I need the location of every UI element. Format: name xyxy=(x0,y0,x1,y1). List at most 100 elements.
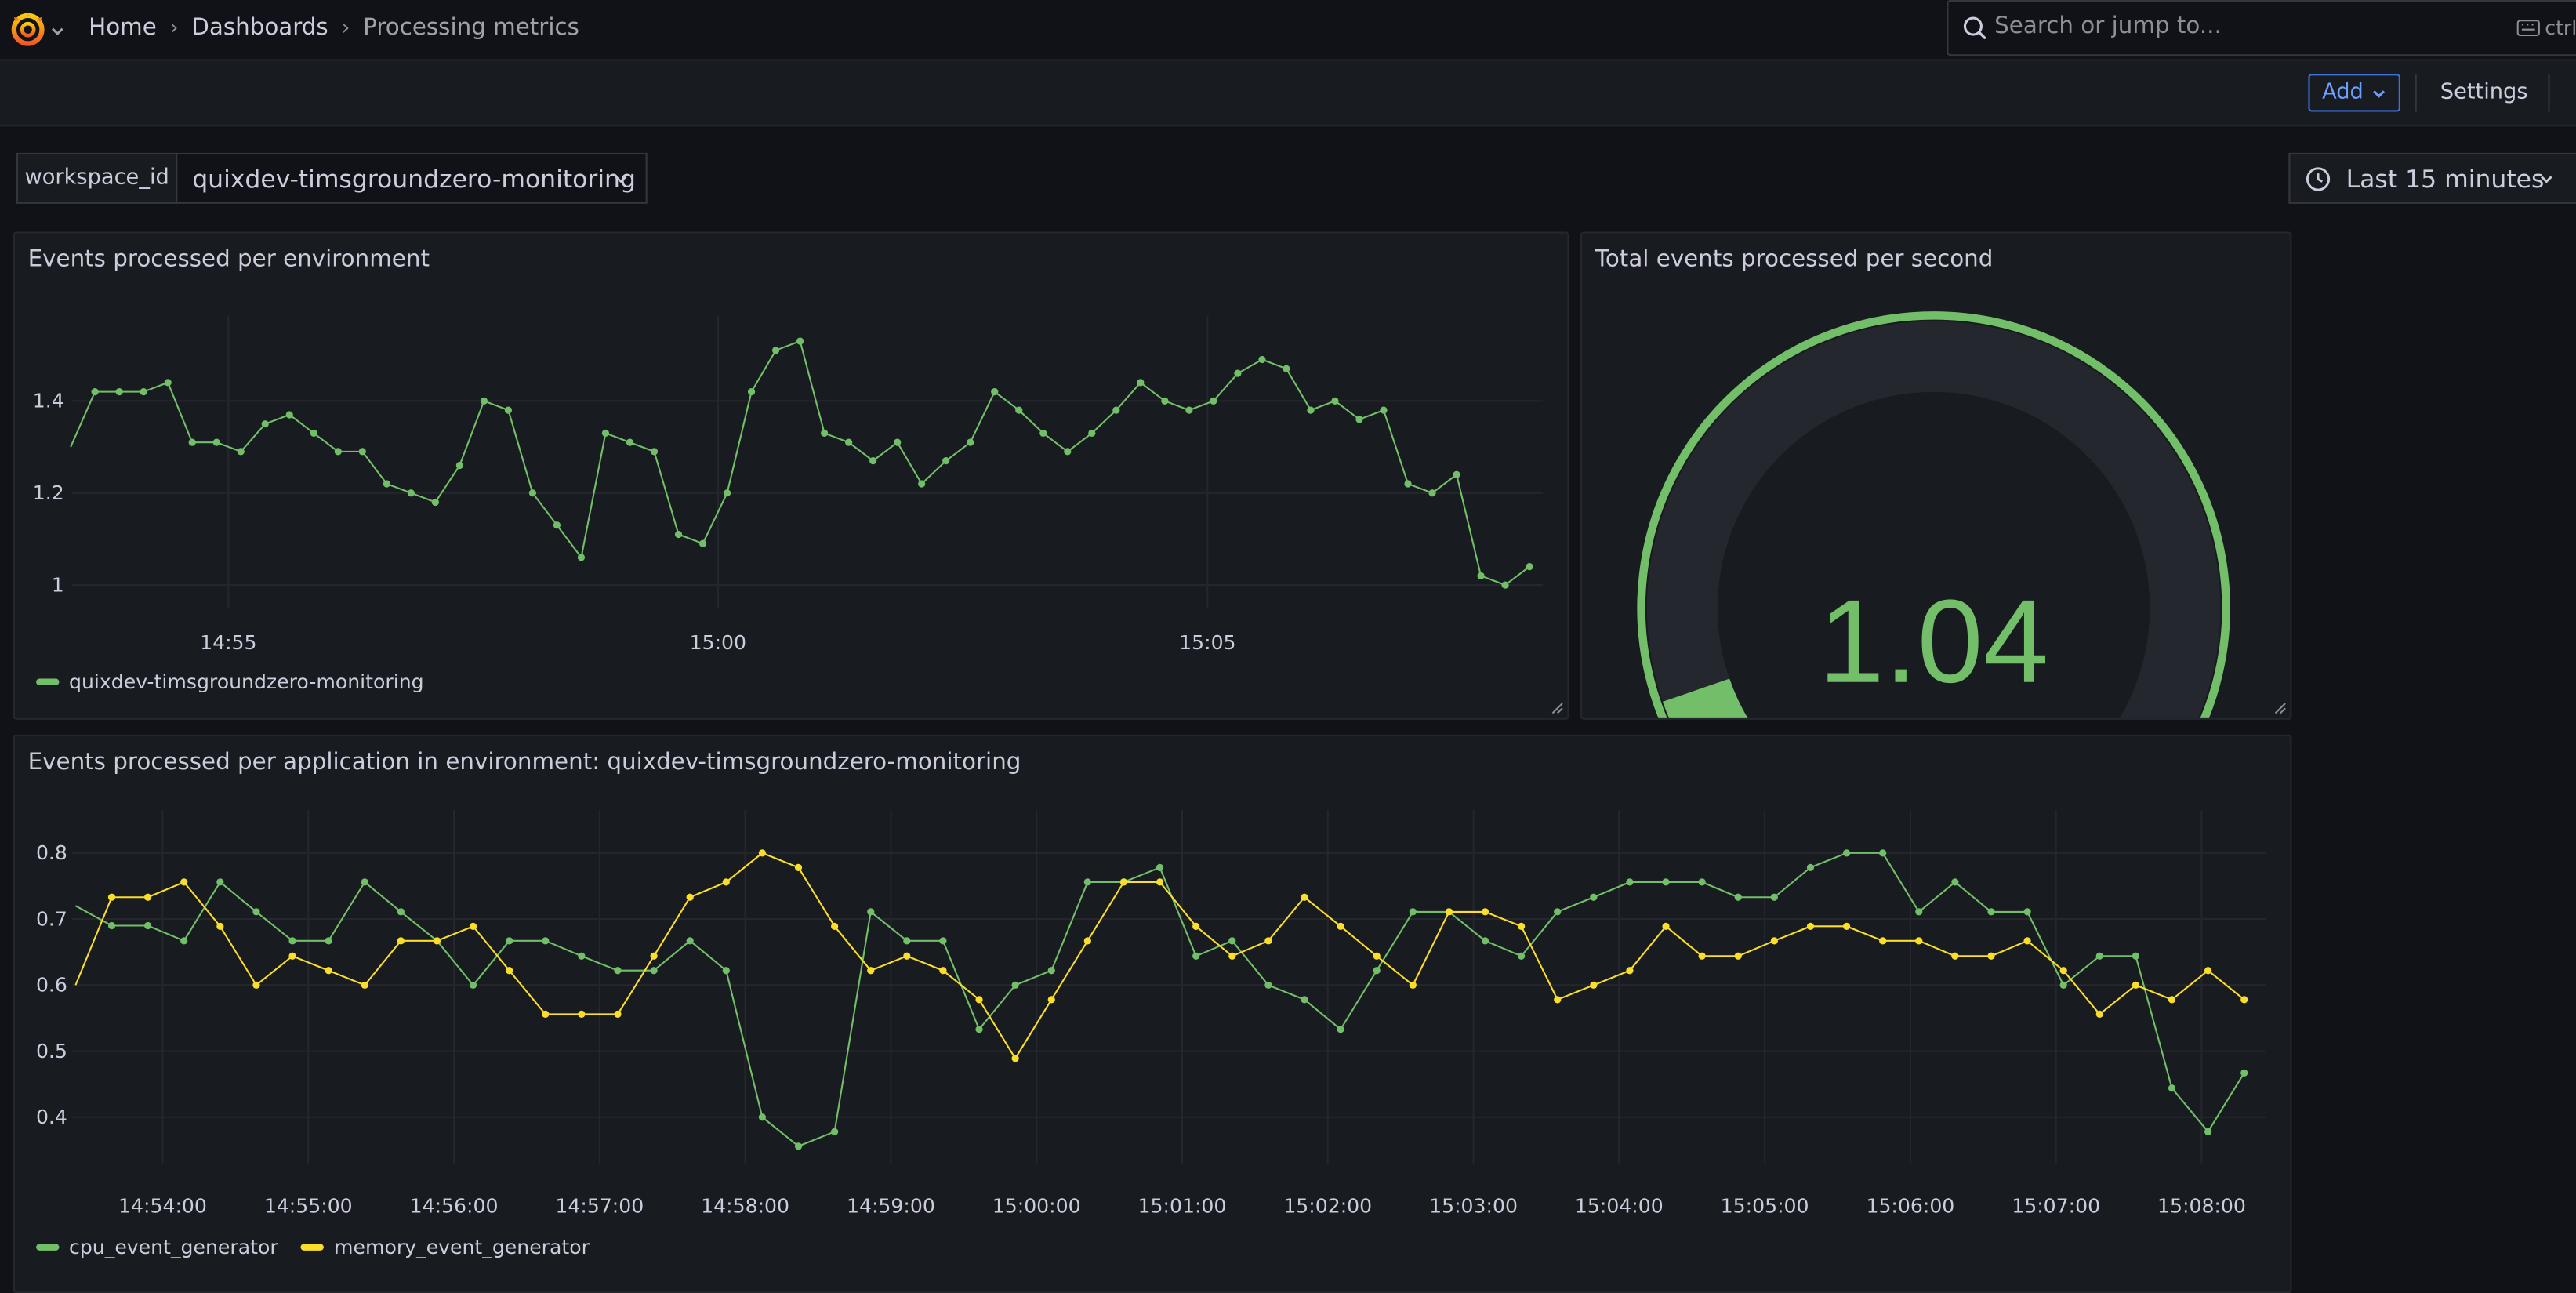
data-point[interactable] xyxy=(107,921,116,930)
legend-item[interactable]: memory_event_generator xyxy=(301,1236,590,1258)
data-point[interactable] xyxy=(397,908,405,916)
data-point[interactable] xyxy=(867,967,875,975)
data-point[interactable] xyxy=(397,937,405,945)
data-point[interactable] xyxy=(1337,1026,1344,1033)
data-point[interactable] xyxy=(285,411,293,419)
data-point[interactable] xyxy=(506,937,513,945)
data-point[interactable] xyxy=(942,457,950,465)
data-point[interactable] xyxy=(1951,878,1959,886)
data-point[interactable] xyxy=(2095,1010,2103,1018)
data-point[interactable] xyxy=(358,448,366,456)
data-point[interactable] xyxy=(903,952,911,960)
data-point[interactable] xyxy=(216,878,224,886)
data-point[interactable] xyxy=(1518,922,1526,930)
data-point[interactable] xyxy=(747,388,756,396)
data-point[interactable] xyxy=(686,937,694,945)
data-point[interactable] xyxy=(407,489,415,497)
data-point[interactable] xyxy=(431,498,439,507)
data-point[interactable] xyxy=(1453,470,1460,478)
data-point[interactable] xyxy=(1156,863,1164,871)
data-point[interactable] xyxy=(771,347,780,354)
data-point[interactable] xyxy=(1662,878,1670,886)
data-point[interactable] xyxy=(1047,967,1055,975)
workspace-id-select[interactable]: quixdev-timsgroundzero-monitoring xyxy=(176,152,648,204)
data-point[interactable] xyxy=(1112,406,1120,414)
data-point[interactable] xyxy=(1015,406,1023,414)
events-per-environment-panel[interactable]: Events processed per environment 1 1.2 1.4… xyxy=(13,231,1569,720)
chevron-down-icon[interactable] xyxy=(49,16,66,36)
data-point[interactable] xyxy=(1526,562,1533,571)
data-point[interactable] xyxy=(325,937,332,945)
data-point[interactable] xyxy=(455,461,463,470)
search-input[interactable]: Search or jump to... ctrl xyxy=(1947,0,2576,56)
data-point[interactable] xyxy=(188,438,196,446)
data-point[interactable] xyxy=(1228,937,1236,945)
data-point[interactable] xyxy=(1210,397,1217,405)
data-point[interactable] xyxy=(1770,937,1778,945)
data-point[interactable] xyxy=(650,952,658,960)
data-point[interactable] xyxy=(2095,952,2103,960)
data-point[interactable] xyxy=(1404,480,1412,488)
data-point[interactable] xyxy=(542,1010,550,1018)
data-point[interactable] xyxy=(212,438,220,446)
data-point[interactable] xyxy=(821,429,829,438)
data-point[interactable] xyxy=(2168,1084,2176,1092)
data-point[interactable] xyxy=(140,388,147,396)
settings-button[interactable]: Settings xyxy=(2428,74,2540,111)
breadcrumb-home[interactable]: Home xyxy=(89,15,157,42)
data-point[interactable] xyxy=(650,448,659,456)
data-point[interactable] xyxy=(1264,937,1272,945)
data-point[interactable] xyxy=(1518,952,1526,960)
data-point[interactable] xyxy=(1192,922,1200,930)
data-point[interactable] xyxy=(1047,996,1055,1004)
data-point[interactable] xyxy=(939,967,947,975)
data-point[interactable] xyxy=(1662,922,1670,930)
data-point[interactable] xyxy=(1590,893,1598,901)
data-point[interactable] xyxy=(2132,981,2140,989)
data-point[interactable] xyxy=(758,849,767,857)
legend-item[interactable]: quixdev-timsgroundzero-monitoring xyxy=(36,670,424,693)
data-point[interactable] xyxy=(1083,937,1091,945)
data-point[interactable] xyxy=(578,1010,586,1018)
data-point[interactable] xyxy=(2132,952,2140,960)
data-point[interactable] xyxy=(991,388,999,396)
data-point[interactable] xyxy=(1119,878,1128,886)
data-point[interactable] xyxy=(1879,937,1887,945)
data-point[interactable] xyxy=(1477,572,1485,579)
data-point[interactable] xyxy=(794,1142,803,1150)
data-point[interactable] xyxy=(553,521,561,529)
data-point[interactable] xyxy=(894,438,902,446)
data-point[interactable] xyxy=(867,908,875,916)
resize-handle-icon[interactable] xyxy=(2272,700,2287,715)
data-point[interactable] xyxy=(1626,878,1634,886)
data-point[interactable] xyxy=(918,480,926,488)
data-point[interactable] xyxy=(626,438,634,446)
data-point[interactable] xyxy=(1915,937,1923,945)
grafana-logo-icon[interactable] xyxy=(8,8,47,47)
data-point[interactable] xyxy=(1428,489,1436,497)
data-point[interactable] xyxy=(1185,406,1193,414)
data-point[interactable] xyxy=(2023,908,2031,916)
data-point[interactable] xyxy=(975,996,983,1004)
data-point[interactable] xyxy=(1770,893,1778,901)
data-point[interactable] xyxy=(1258,355,1266,364)
data-point[interactable] xyxy=(686,893,694,901)
data-point[interactable] xyxy=(1806,922,1815,930)
breadcrumb-dashboards[interactable]: Dashboards xyxy=(191,15,328,42)
data-point[interactable] xyxy=(180,878,188,886)
data-point[interactable] xyxy=(796,337,804,345)
data-point[interactable] xyxy=(1283,365,1290,372)
data-point[interactable] xyxy=(528,489,537,497)
data-point[interactable] xyxy=(1011,981,1019,989)
data-point[interactable] xyxy=(2059,981,2067,989)
data-point[interactable] xyxy=(723,489,731,497)
data-point[interactable] xyxy=(1590,981,1598,989)
data-point[interactable] xyxy=(2204,1128,2212,1135)
legend-item[interactable]: cpu_event_generator xyxy=(36,1236,278,1258)
data-point[interactable] xyxy=(1554,908,1562,916)
data-point[interactable] xyxy=(237,448,245,456)
data-point[interactable] xyxy=(1161,397,1169,405)
data-point[interactable] xyxy=(1228,952,1236,960)
data-point[interactable] xyxy=(1842,849,1851,857)
data-point[interactable] xyxy=(361,981,368,989)
